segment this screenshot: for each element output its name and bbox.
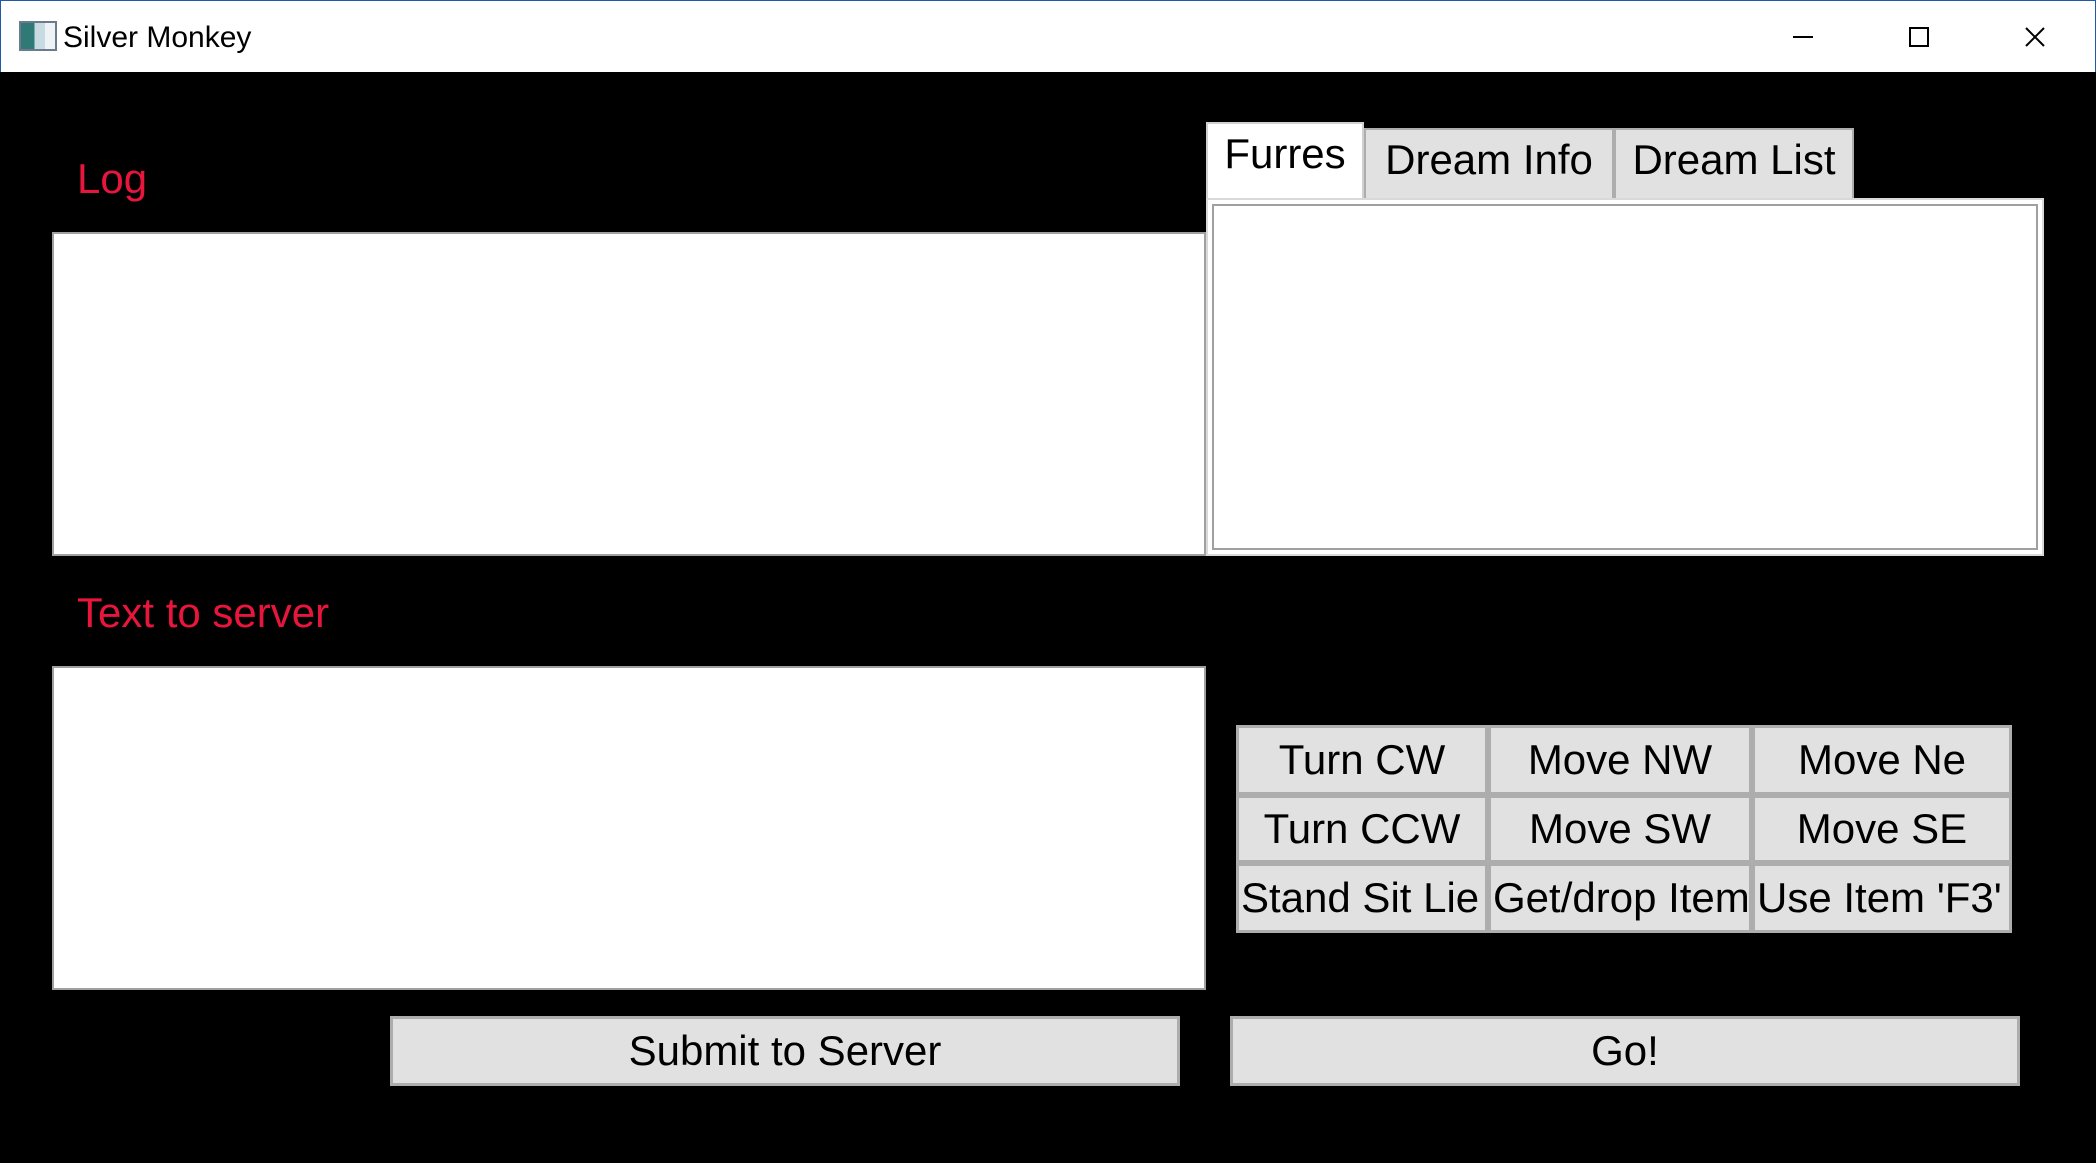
stand-sit-lie-button[interactable]: Stand Sit Lie: [1236, 863, 1488, 933]
submit-to-server-button[interactable]: Submit to Server: [390, 1016, 1180, 1086]
tab-furres[interactable]: Furres: [1206, 122, 1364, 202]
text-to-server-input[interactable]: [52, 666, 1206, 990]
app-icon: [19, 21, 57, 51]
turn-ccw-button[interactable]: Turn CCW: [1236, 795, 1488, 863]
close-icon: [2025, 27, 2045, 47]
move-se-button[interactable]: Move SE: [1752, 795, 2012, 863]
title-bar: Silver Monkey: [0, 0, 2096, 72]
tab-dream-list[interactable]: Dream List: [1614, 128, 1854, 202]
minimize-icon: [1793, 36, 1813, 38]
turn-cw-button[interactable]: Turn CW: [1236, 725, 1488, 795]
tab-dream-info[interactable]: Dream Info: [1364, 128, 1614, 202]
minimize-button[interactable]: [1745, 1, 1861, 73]
move-ne-button[interactable]: Move Ne: [1752, 725, 2012, 795]
maximize-button[interactable]: [1861, 1, 1977, 73]
use-item-button[interactable]: Use Item 'F3': [1752, 863, 2012, 933]
move-nw-button[interactable]: Move NW: [1488, 725, 1752, 795]
go-button[interactable]: Go!: [1230, 1016, 2020, 1086]
log-textbox[interactable]: [52, 232, 1206, 556]
window-title: Silver Monkey: [63, 21, 252, 54]
close-button[interactable]: [1977, 1, 2093, 73]
text-to-server-label: Text to server: [77, 589, 330, 636]
log-label: Log: [77, 155, 148, 202]
move-sw-button[interactable]: Move SW: [1488, 795, 1752, 863]
maximize-icon: [1909, 27, 1929, 47]
furres-tab-panel: [1206, 198, 2044, 556]
furres-list[interactable]: [1212, 204, 2038, 550]
get-drop-item-button[interactable]: Get/drop Item: [1488, 863, 1752, 933]
